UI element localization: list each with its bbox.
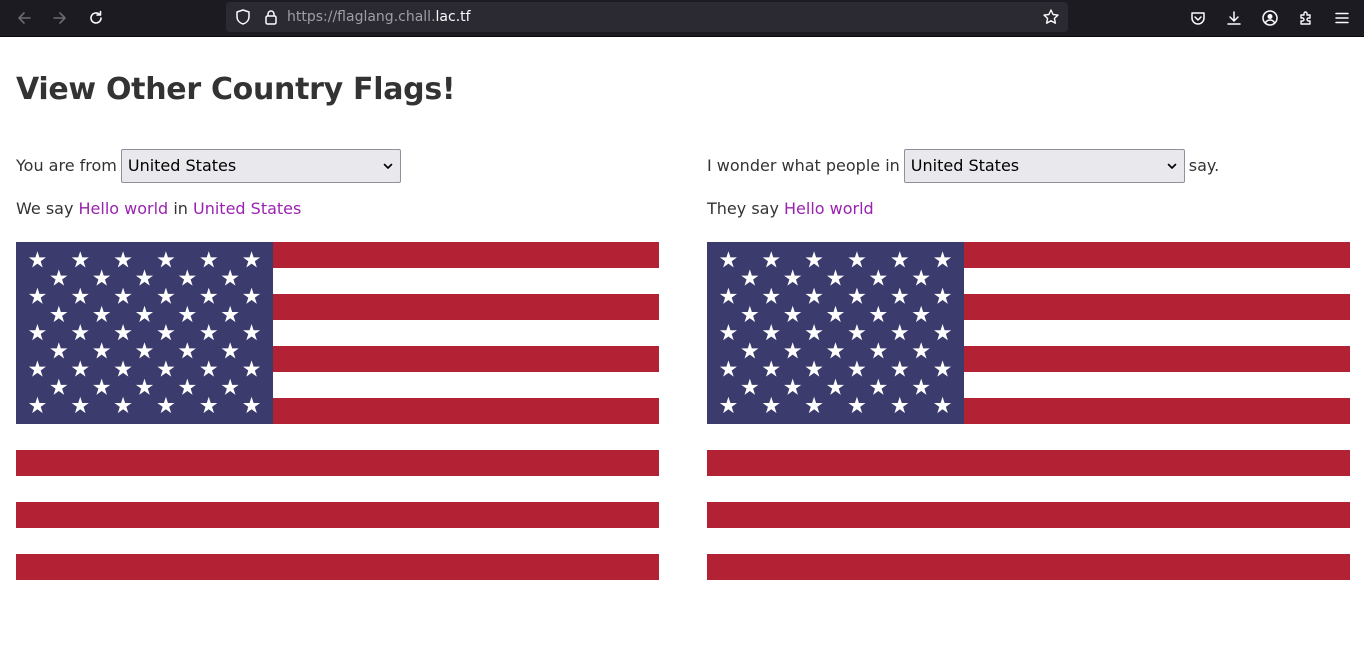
flag-stripe — [707, 450, 1350, 477]
flag-stripe — [16, 424, 659, 451]
address-bar[interactable]: https://flaglang.chall.lac.tf — [226, 2, 1068, 32]
flag-stripe — [16, 450, 659, 477]
your-greeting-link[interactable]: Hello world — [79, 199, 169, 218]
download-icon — [1227, 11, 1241, 25]
reload-button[interactable] — [84, 6, 108, 30]
bookmark-star-icon[interactable] — [1042, 8, 1060, 26]
account-button[interactable] — [1258, 6, 1282, 30]
other-country-select-value: United States — [910, 156, 1020, 175]
flag-stripe — [16, 554, 659, 580]
your-country-link[interactable]: United States — [193, 199, 301, 218]
your-country-select[interactable]: United States — [120, 148, 401, 183]
pocket-icon — [1191, 12, 1205, 25]
us-flag-left — [16, 242, 659, 580]
they-say-label: They say — [707, 199, 779, 218]
flag-canton — [707, 242, 964, 424]
account-icon — [1262, 10, 1278, 26]
browser-toolbar: https://flaglang.chall.lac.tf — [0, 0, 1364, 37]
flag-stripe — [707, 502, 1350, 529]
flag-stripe — [707, 476, 1350, 503]
chevron-down-icon — [1167, 163, 1177, 169]
downloads-button[interactable] — [1222, 6, 1246, 30]
flag-stripe — [707, 424, 1350, 451]
hamburger-menu-icon — [1335, 12, 1349, 24]
we-say-line: We say Hello world in United States — [16, 199, 659, 221]
back-button[interactable] — [12, 6, 36, 30]
other-country-panel: I wonder what people in United States sa… — [707, 148, 1350, 580]
arrow-right-icon — [53, 12, 66, 24]
other-greeting-link[interactable]: Hello world — [784, 199, 874, 218]
we-say-label: We say — [16, 199, 74, 218]
you-are-from-label: You are from — [16, 156, 117, 175]
your-country-panel: You are from United States We say Hello … — [16, 148, 659, 580]
extensions-button[interactable] — [1294, 6, 1318, 30]
they-say-line: They say Hello world — [707, 199, 1350, 221]
reload-icon — [90, 10, 102, 24]
other-country-select[interactable]: United States — [903, 148, 1185, 183]
flag-stripe — [16, 502, 659, 529]
url-prefix: https://flaglang.chall. — [287, 9, 436, 25]
url-text[interactable]: https://flaglang.chall.lac.tf — [287, 8, 471, 26]
i-wonder-label: I wonder what people in — [707, 156, 900, 175]
puzzle-icon — [1300, 11, 1311, 25]
url-host: lac.tf — [435, 9, 471, 25]
your-country-row: You are from United States — [16, 148, 659, 183]
shield-icon[interactable] — [234, 8, 252, 26]
say-label: say. — [1188, 156, 1220, 175]
page-title: View Other Country Flags! — [16, 72, 456, 107]
your-country-select-value: United States — [127, 156, 237, 175]
flag-stripe — [707, 528, 1350, 555]
forward-button[interactable] — [48, 6, 72, 30]
other-country-row: I wonder what people in United States sa… — [707, 148, 1350, 183]
menu-button[interactable] — [1330, 6, 1354, 30]
pocket-button[interactable] — [1186, 6, 1210, 30]
flag-stripe — [707, 554, 1350, 580]
flag-stripe — [16, 528, 659, 555]
arrow-left-icon — [18, 12, 31, 24]
flag-stripe — [16, 476, 659, 503]
lock-icon[interactable] — [262, 8, 280, 26]
flag-canton — [16, 242, 273, 424]
chevron-down-icon — [383, 163, 393, 169]
us-flag-right — [707, 242, 1350, 580]
in-label: in — [173, 199, 188, 218]
